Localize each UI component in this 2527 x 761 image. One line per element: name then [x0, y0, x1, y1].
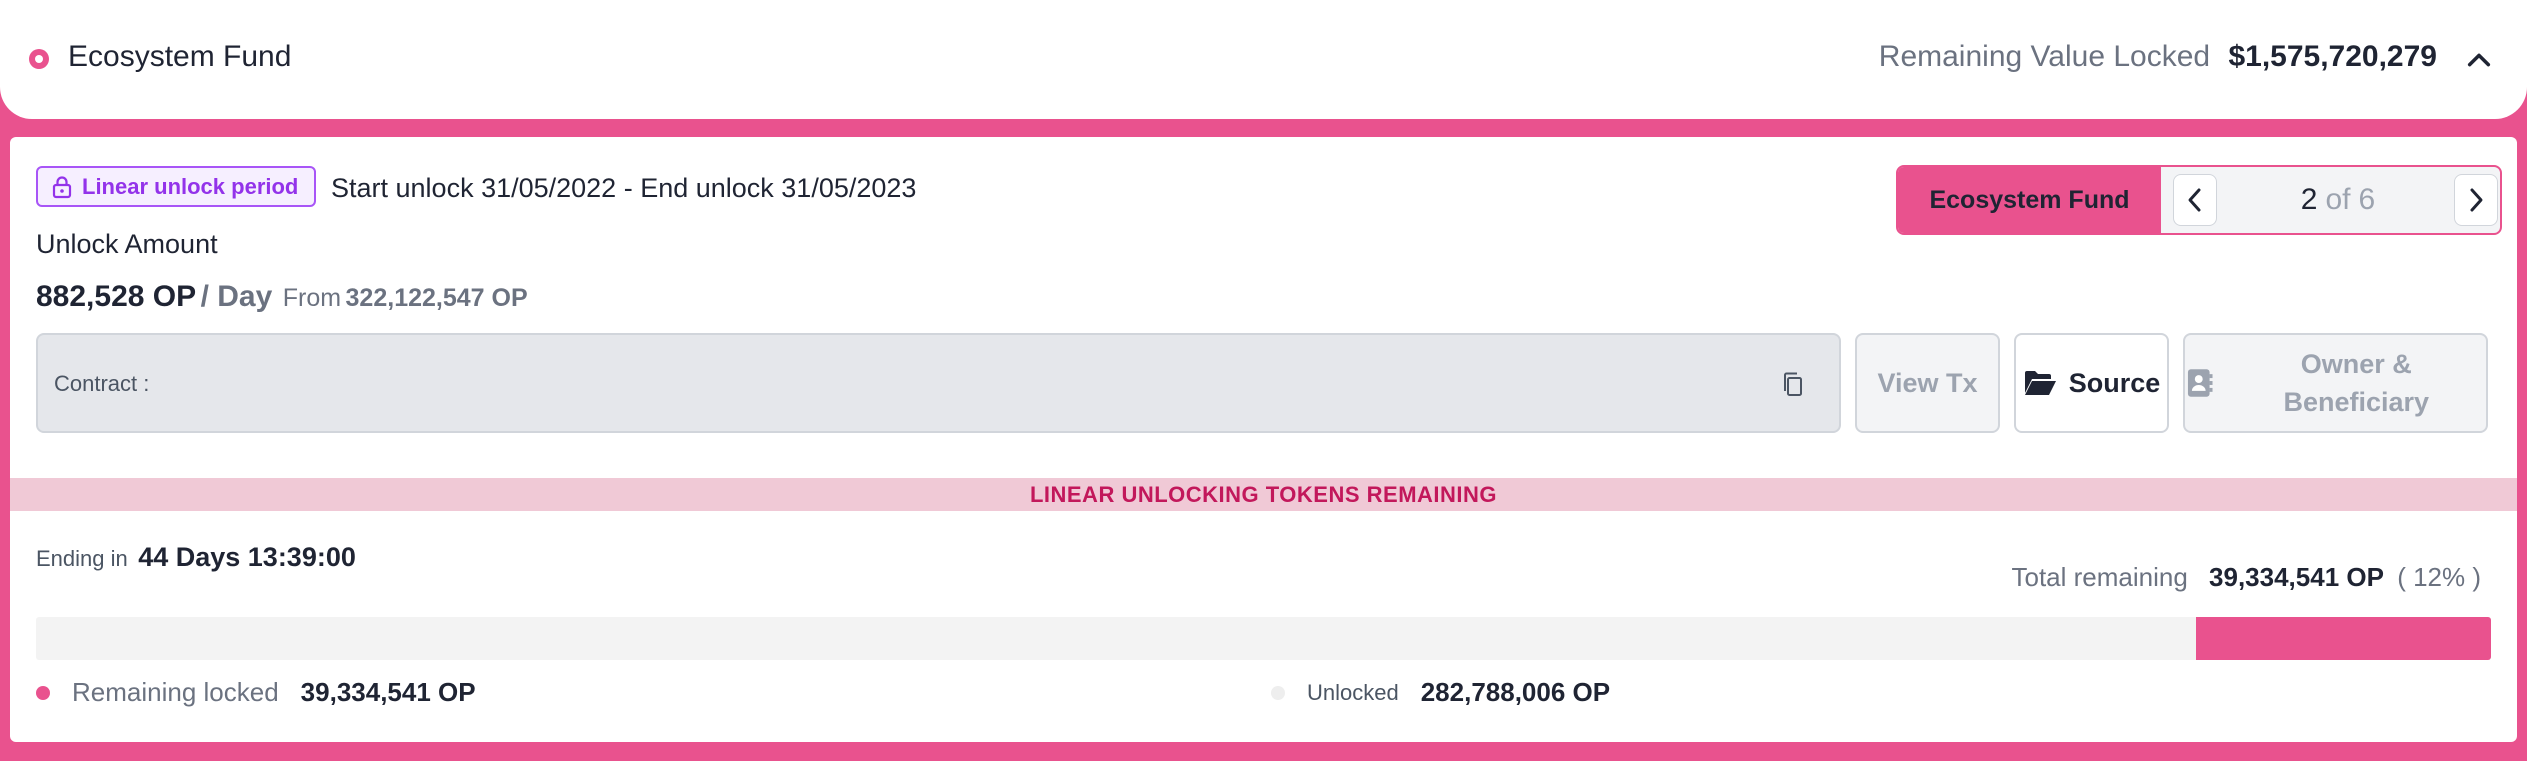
badge-label: Linear unlock period: [82, 173, 299, 199]
view-tx-button[interactable]: View Tx: [1855, 333, 2000, 433]
previous-button[interactable]: [2173, 174, 2217, 226]
unlocked-value: 282,788,006 OP: [1420, 677, 1611, 707]
progress-bar: [36, 617, 2491, 660]
unlock-amount-label: Unlock Amount: [36, 229, 218, 259]
fund-details-panel: Linear unlock period Start unlock 31/05/…: [10, 137, 2517, 742]
source-button[interactable]: Source: [2014, 333, 2169, 433]
unlock-amount-value: 882,528 OP: [36, 280, 197, 313]
page-of-label: of: [2325, 183, 2351, 216]
progress-fill-remaining: [2196, 617, 2491, 660]
contact-book-icon: [2187, 369, 2213, 397]
linear-unlock-badge: Linear unlock period: [36, 166, 317, 207]
legend-remaining-locked: Remaining locked 39,334,541 OP: [36, 677, 476, 708]
fund-header[interactable]: Ecosystem Fund Remaining Value Locked $1…: [0, 0, 2527, 119]
legend-unlocked: Unlocked 282,788,006 OP: [1271, 677, 1610, 708]
fund-switcher: Ecosystem Fund 2 of 6: [1896, 165, 2502, 235]
chevron-up-icon[interactable]: [2465, 46, 2493, 74]
unlock-from-label: From: [282, 284, 342, 312]
section-title: LINEAR UNLOCKING TOKENS REMAINING: [10, 478, 2517, 511]
remaining-value-label: Remaining Value Locked: [1878, 40, 2211, 73]
copy-icon[interactable]: [1781, 371, 1805, 399]
unlock-period-text: Start unlock 31/05/2022 - End unlock 31/…: [331, 173, 917, 203]
ending-countdown: 44 Days 13:39:00: [138, 542, 356, 572]
next-button[interactable]: [2454, 174, 2498, 226]
contract-field: Contract :: [36, 333, 1841, 433]
legend-dot-icon: [36, 685, 50, 700]
chevron-right-icon: [2470, 188, 2483, 212]
remaining-locked-value: 39,334,541 OP: [300, 677, 476, 707]
total-remaining-label: Total remaining: [2011, 562, 2188, 592]
total-remaining-percent: ( 12% ): [2397, 562, 2481, 592]
ending-label: Ending in: [36, 546, 128, 571]
remaining-locked-label: Remaining locked: [72, 677, 279, 707]
ending-in: Ending in 44 Days 13:39:00: [36, 542, 356, 573]
folder-open-icon: [2024, 371, 2056, 395]
total-remaining: Total remaining 39,334,541 OP ( 12% ): [2011, 562, 2481, 593]
fund-title: Ecosystem Fund: [68, 40, 292, 73]
contract-label: Contract :: [54, 371, 150, 396]
page-current: 2: [2300, 183, 2318, 216]
status-dot-icon: [29, 49, 49, 69]
remaining-value-amount: $1,575,720,279: [2228, 40, 2437, 73]
page-counter: 2 of 6: [2228, 167, 2448, 233]
remaining-value-locked: Remaining Value Locked $1,575,720,279: [1879, 40, 2437, 74]
switcher-fund-name: Ecosystem Fund: [1898, 167, 2161, 233]
unlocked-label: Unlocked: [1307, 679, 1399, 705]
owner-beneficiary-label: Owner & Beneficiary: [2283, 349, 2430, 417]
view-tx-label: View Tx: [1877, 367, 1978, 398]
unlock-from-value: 322,122,547 OP: [345, 284, 528, 312]
source-label: Source: [2068, 367, 2161, 398]
total-remaining-value: 39,334,541 OP: [2209, 562, 2384, 592]
legend-dot-icon: [1271, 685, 1285, 700]
lock-icon: [52, 175, 72, 198]
unlock-amount-per: / Day: [200, 280, 273, 313]
owner-beneficiary-button[interactable]: Owner & Beneficiary: [2183, 333, 2488, 433]
page-total: 6: [2358, 183, 2376, 216]
chevron-left-icon: [2188, 188, 2201, 212]
unlock-amount: 882,528 OP / Day From 322,122,547 OP: [36, 280, 528, 314]
